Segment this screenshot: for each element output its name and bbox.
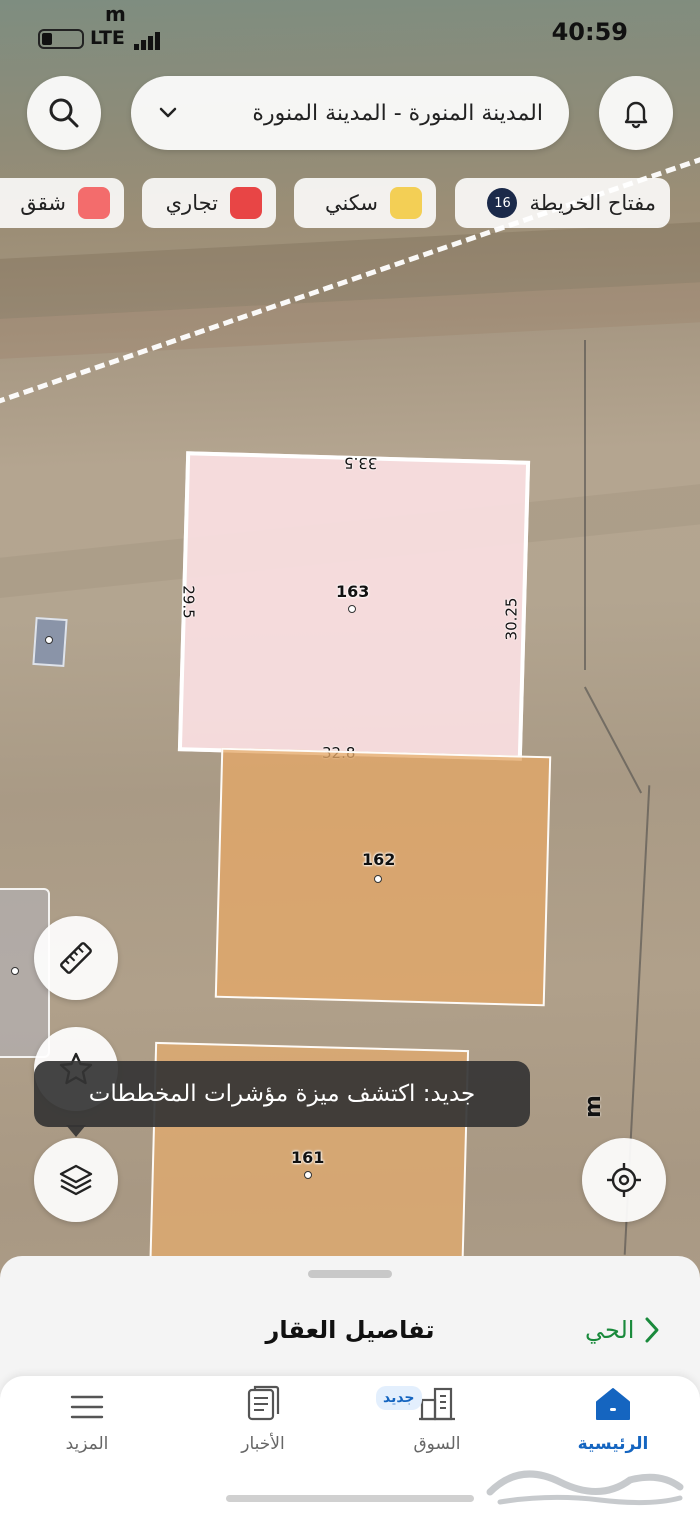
parcel-dimension-top: 33.5 (343, 453, 378, 473)
parcel-dimension-right: 30.25 (502, 597, 521, 641)
search-button[interactable] (27, 76, 101, 150)
buildings-icon (419, 1387, 455, 1421)
tab-label: الرئيسية (577, 1434, 649, 1454)
bell-icon (624, 101, 648, 129)
parcel-center-dot (11, 967, 19, 975)
tab-more[interactable]: المزيد (22, 1380, 152, 1460)
tab-label: الأخبار (241, 1434, 285, 1454)
search-icon (49, 98, 79, 128)
notifications-button[interactable] (599, 76, 673, 150)
measure-button[interactable] (34, 916, 118, 1000)
layers-button[interactable] (34, 1138, 118, 1222)
city-select[interactable]: المدينة المنورة - المدينة المنورة (131, 76, 569, 150)
chevron-right-icon (645, 1317, 659, 1343)
home-indicator (226, 1495, 474, 1502)
map-key-label: مفتاح الخريطة (529, 191, 656, 215)
parcel-number: 162 (362, 850, 396, 869)
watermark-logo (486, 1470, 684, 1506)
map-key-count: 16 (487, 188, 518, 218)
news-icon (247, 1385, 280, 1421)
legend-chip-commercial[interactable]: تجاري (142, 178, 276, 228)
sheet-title: تفاصيل العقار (265, 1316, 435, 1344)
parcel-center-dot (304, 1171, 312, 1179)
chevron-down-icon (157, 102, 179, 124)
district-link[interactable]: الحي (585, 1316, 660, 1344)
home-icon (596, 1388, 630, 1420)
legend-label: شقق (20, 191, 66, 215)
tab-label: السوق (413, 1434, 461, 1454)
new-badge: جديد (376, 1386, 422, 1410)
commercial-swatch (230, 187, 262, 219)
apartments-swatch (78, 187, 110, 219)
parcel-center-dot (45, 636, 53, 644)
layers-icon (59, 1164, 93, 1196)
ruler-icon (60, 942, 92, 974)
crosshair-icon (607, 1163, 641, 1197)
tab-label: المزيد (65, 1434, 109, 1454)
parcel-center-dot (374, 875, 382, 883)
menu-icon (70, 1395, 104, 1419)
parcel-number: 161 (291, 1148, 325, 1167)
sheet-drag-handle[interactable] (308, 1270, 392, 1278)
road-line (583, 686, 643, 794)
parcel-center-dot (348, 605, 356, 613)
tab-news[interactable]: الأخبار (198, 1380, 328, 1460)
legend-label: تجاري (165, 191, 218, 215)
legend-chip-apartments[interactable]: شقق (0, 178, 124, 228)
locate-me-button[interactable] (582, 1138, 666, 1222)
legend-label: سكني (324, 191, 378, 215)
legend-chip-residential[interactable]: سكني (294, 178, 436, 228)
parcel-number: 163 (336, 582, 370, 601)
carrier-label: m (105, 2, 126, 26)
signal-icon (134, 30, 162, 50)
map-key-chip[interactable]: مفتاح الخريطة 16 (455, 178, 670, 228)
status-time: 40:59 (551, 18, 628, 46)
residential-swatch (390, 187, 422, 219)
network-label: LTE (90, 27, 125, 49)
status-bar: m LTE 40:59 (0, 0, 700, 60)
map-street-letter: m (580, 1095, 606, 1118)
district-link-label: الحي (585, 1316, 635, 1344)
city-select-value: المدينة المنورة - المدينة المنورة (252, 100, 543, 126)
battery-icon (38, 29, 84, 49)
road-line (584, 340, 586, 670)
tab-home[interactable]: الرئيسية (548, 1380, 678, 1460)
feature-tooltip[interactable]: جديد: اكتشف ميزة مؤشرات المخططات (34, 1061, 530, 1127)
parcel-162[interactable] (214, 747, 552, 1007)
parcel-dimension-left: 29.5 (179, 585, 198, 619)
tooltip-pointer (66, 1125, 86, 1137)
